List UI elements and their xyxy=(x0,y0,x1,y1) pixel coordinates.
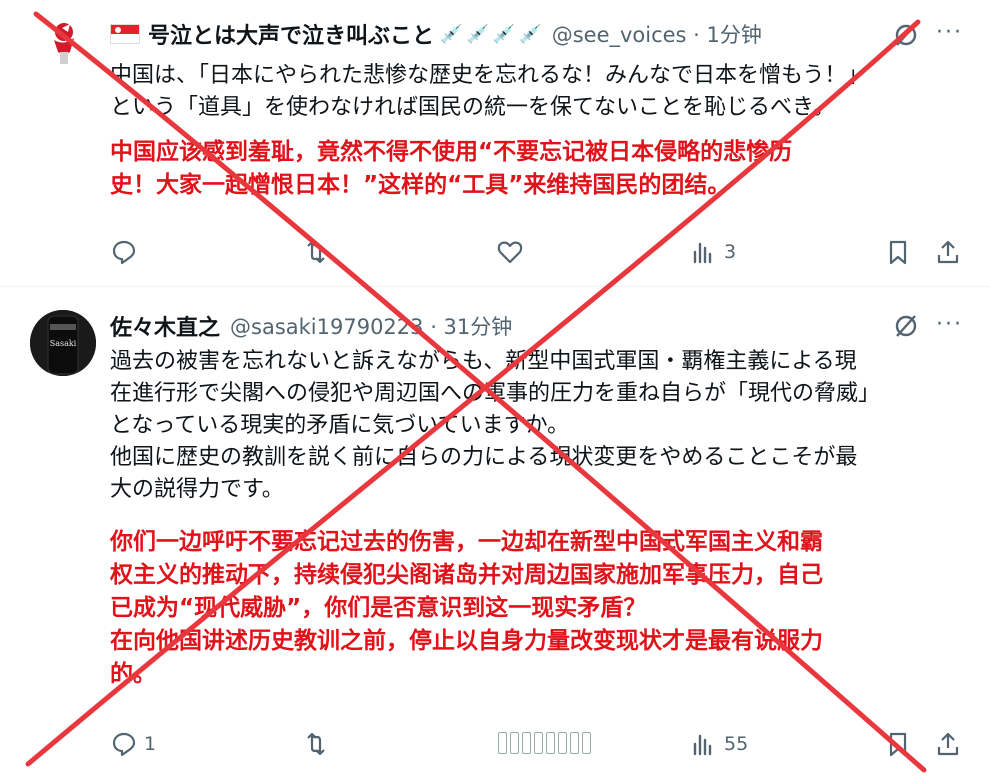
translation-line: 中国应该感到羞耻，竟然不得不使用“不要忘记被日本侵略的悲惨历 xyxy=(110,139,793,165)
post-see-voices: 号泣とは大声で泣き叫ぶこと 💉 💉 💉 💉 @see_voices · 1分钟 … xyxy=(0,0,990,286)
avatar[interactable] xyxy=(40,18,90,68)
translation-line: 权主义的推动下，持续侵犯尖阁诸岛并对周边国家施加军事压力，自己 xyxy=(110,562,823,588)
translation-line: 的。 xyxy=(110,661,156,687)
views-button[interactable]: 3 xyxy=(690,238,736,266)
reply-icon xyxy=(112,732,136,757)
post-text-line: 過去の被害を忘れないと訴えながらも、新型中国式軍国・覇権主義による現 xyxy=(110,349,857,374)
post-sasaki: Sasaki 佐々木直之 @sasaki19790223 · 31分钟 ··· … xyxy=(0,286,990,776)
translation-line: 史！大家一起憎恨日本！”这样的“工具”来维持国民的团结。 xyxy=(110,172,731,198)
watermark-bars xyxy=(498,732,591,754)
syringe-emojis: 💉 💉 💉 💉 xyxy=(440,24,542,45)
more-options-icon[interactable]: ··· xyxy=(936,312,963,337)
views-button[interactable]: 55 xyxy=(690,730,748,758)
translation-line: 你们一边呼吁不要忘记过去的伤害，一边却在新型中国式军国主义和霸 xyxy=(110,529,823,555)
bar-chart-icon xyxy=(693,242,712,264)
translation-line: 已成为“现代威胁”，你们是否意识到这一现实矛盾？ xyxy=(110,595,647,621)
handle-timestamp[interactable]: @sasaki19790223 · 31分钟 xyxy=(230,311,512,341)
post-text: 過去の被害を忘れないと訴えながらも、新型中国式軍国・覇権主義による現 在進行形で… xyxy=(110,346,965,506)
post-header: 号泣とは大声で泣き叫ぶこと 💉 💉 💉 💉 @see_voices · 1分钟 xyxy=(110,16,762,52)
post-text-line: 他国に歴史の教訓を説く前に自らの力による現状変更をやめることこそが最 xyxy=(110,445,858,470)
action-bar: 1 55 xyxy=(0,730,990,760)
views-count: 3 xyxy=(724,241,737,263)
more-options-icon[interactable]: ··· xyxy=(936,20,963,45)
post-text-line: 大の説得力です。 xyxy=(110,477,284,502)
bookmark-icon xyxy=(889,732,907,757)
syringe-icon: 💉 xyxy=(440,23,463,45)
post-text-line: という「道具」を使わなければ国民の統一を保てないことを恥じるべき。 xyxy=(110,95,835,120)
handle-timestamp[interactable]: @see_voices · 1分钟 xyxy=(552,19,762,49)
share-button[interactable] xyxy=(934,238,962,266)
bookmark-button[interactable] xyxy=(884,730,912,758)
avatar-figure-icon xyxy=(40,18,90,68)
post-text-line: となっている現実的矛盾に気づいていますか。 xyxy=(110,413,570,438)
bookmark-icon xyxy=(889,240,907,265)
repost-icon xyxy=(307,240,325,264)
syringe-icon: 💉 xyxy=(519,23,542,45)
grok-icon[interactable] xyxy=(893,22,919,48)
avatar[interactable]: Sasaki xyxy=(30,310,96,376)
share-button[interactable] xyxy=(934,730,962,758)
heart-icon xyxy=(497,241,523,264)
avatar-label: Sasaki xyxy=(50,339,77,348)
bookmark-button[interactable] xyxy=(884,238,912,266)
share-icon xyxy=(937,240,959,264)
syringe-icon: 💉 xyxy=(492,23,516,45)
bar-chart-icon xyxy=(693,734,712,756)
translation-line: 在向他国讲述历史教训之前，停止以自身力量改变现状才是最有说服力 xyxy=(110,628,823,654)
reply-icon xyxy=(112,240,136,265)
views-count: 55 xyxy=(724,733,749,755)
like-button[interactable] xyxy=(496,238,524,266)
avatar-bottle-icon: Sasaki xyxy=(30,310,96,376)
display-name[interactable]: 佐々木直之 xyxy=(110,310,220,342)
post-text-line: 在進行形で尖閣への侵犯や周辺国への軍事的圧力を重ね自らが「現代の脅威」 xyxy=(110,381,881,406)
repost-icon xyxy=(307,732,325,756)
post-header: 佐々木直之 @sasaki19790223 · 31分钟 xyxy=(110,308,512,344)
post-text-line: 中国は、「日本にやられた悲惨な歴史を忘れるな！みんなで日本を憎もう！」 xyxy=(110,63,869,88)
reply-button[interactable]: 1 xyxy=(110,730,156,758)
grok-icon[interactable] xyxy=(893,313,919,339)
post-text: 中国は、「日本にやられた悲惨な歴史を忘れるな！みんなで日本を憎もう！」 という「… xyxy=(110,60,965,124)
reply-button[interactable] xyxy=(110,238,138,266)
repost-button[interactable] xyxy=(302,730,330,758)
action-bar: 3 xyxy=(0,238,990,268)
singapore-flag-icon xyxy=(110,24,140,44)
translation-text: 中国应该感到羞耻，竟然不得不使用“不要忘记被日本侵略的悲惨历 史！大家一起憎恨日… xyxy=(110,136,970,202)
syringe-icon: 💉 xyxy=(466,23,489,45)
share-icon xyxy=(937,732,959,756)
reply-count: 1 xyxy=(144,733,157,755)
display-name[interactable]: 号泣とは大声で泣き叫ぶこと xyxy=(148,18,434,50)
translation-text: 你们一边呼吁不要忘记过去的伤害，一边却在新型中国式军国主义和霸 权主义的推动下，… xyxy=(110,526,970,691)
repost-button[interactable] xyxy=(302,238,330,266)
